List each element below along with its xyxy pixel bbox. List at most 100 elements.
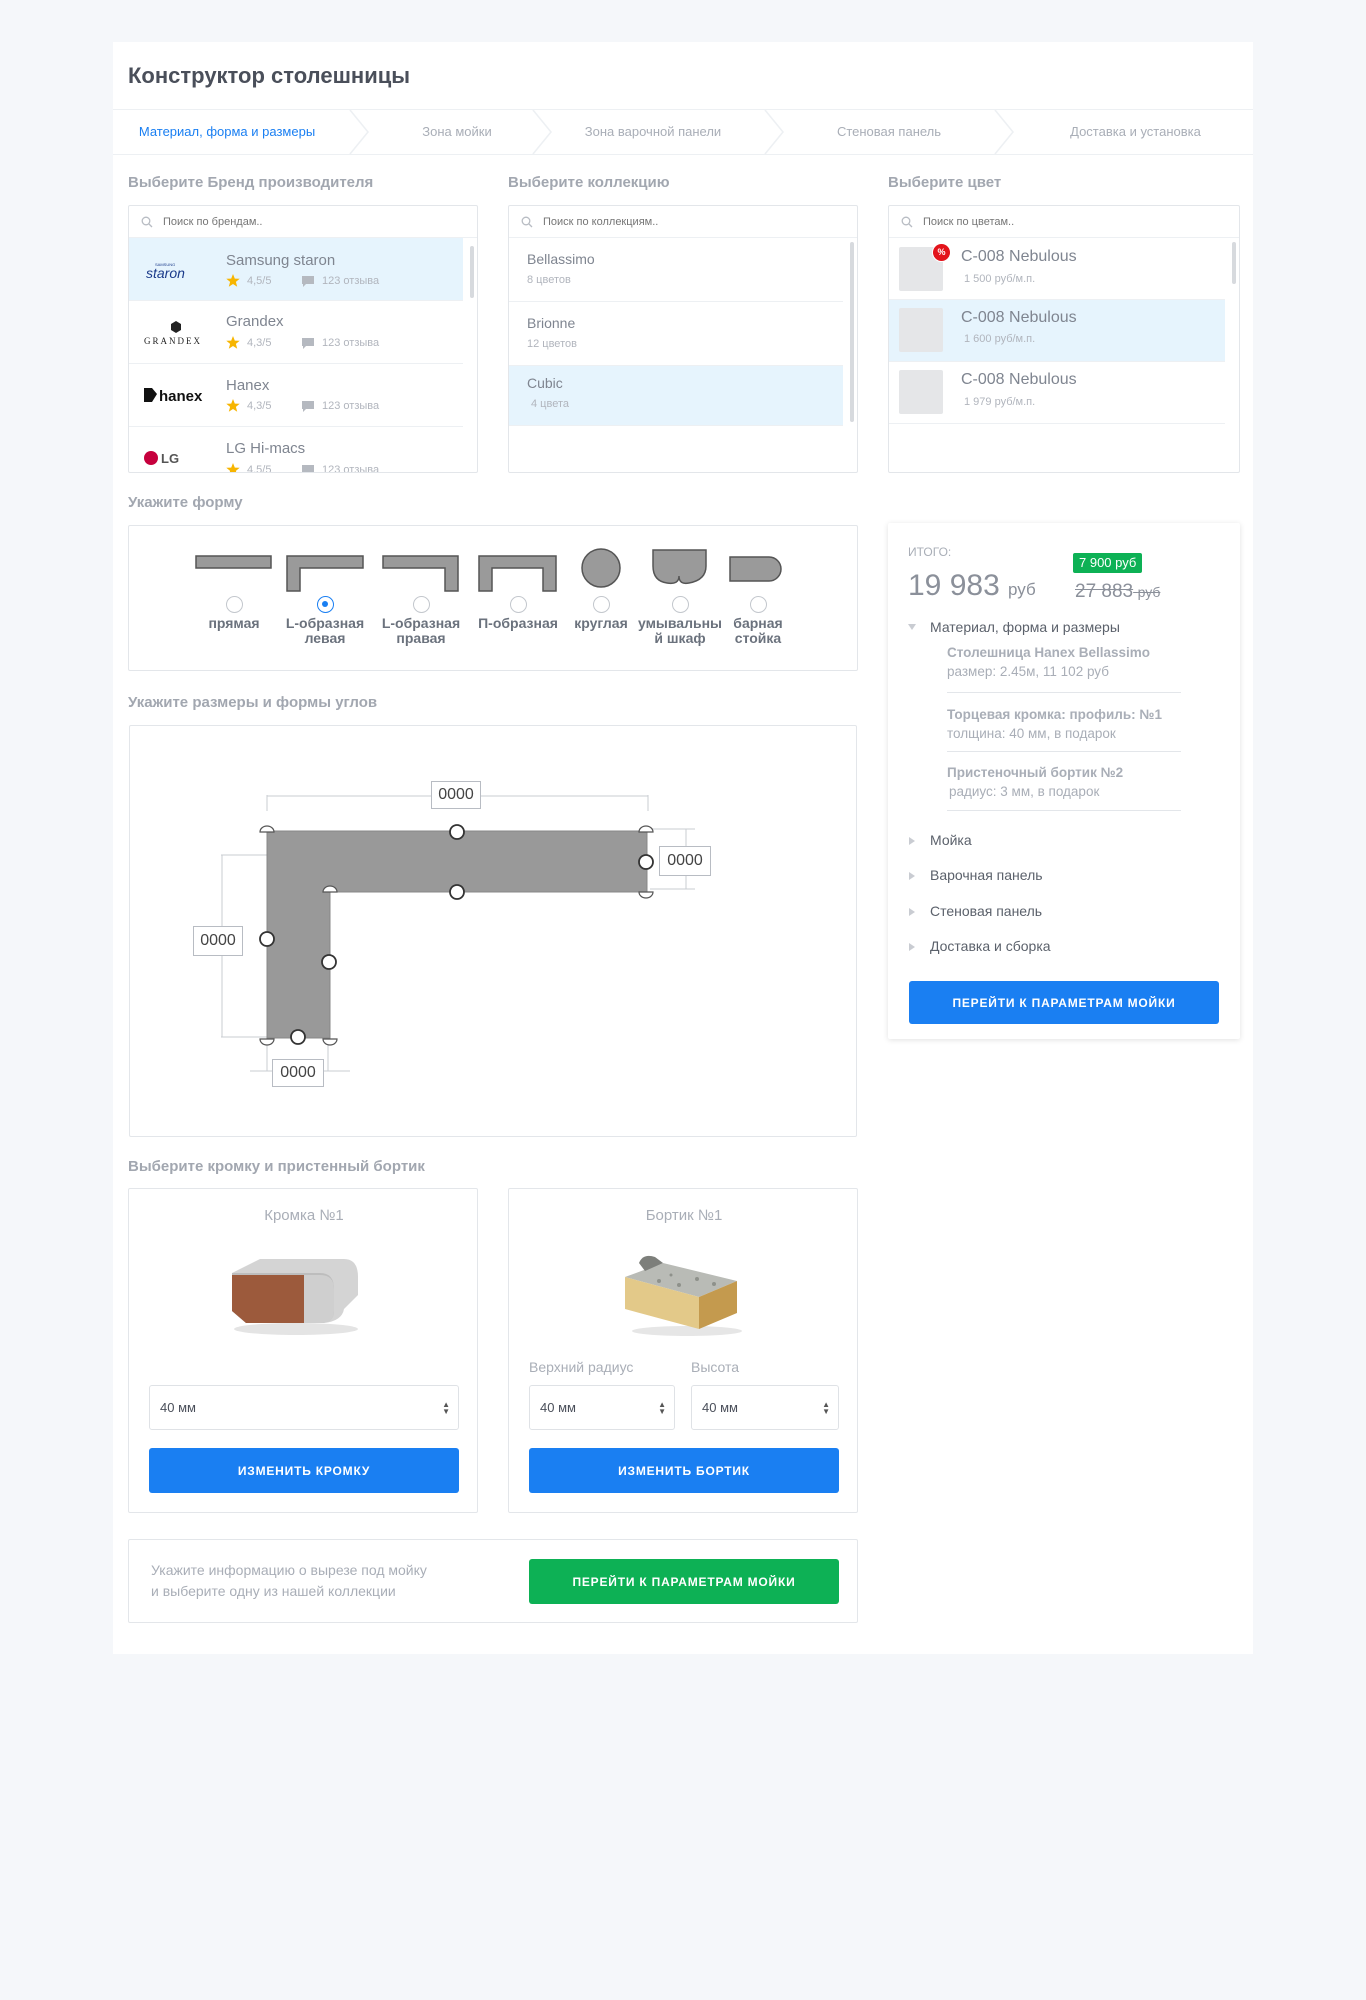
search-icon — [141, 216, 153, 228]
shape-radio[interactable] — [412, 596, 430, 613]
step-delivery[interactable]: Доставка и установка — [1018, 110, 1253, 154]
shape-l-left-icon — [286, 555, 364, 592]
brand-name: LG Hi-macs — [226, 440, 306, 457]
detail-sub: радиус: 3 мм, в подарок — [949, 784, 1100, 799]
detail-sub: размер: 2.45м, 11 102 руб — [947, 664, 1109, 679]
shape-option-line: прямая — [208, 615, 260, 631]
shape-icons — [195, 548, 782, 592]
color-item[interactable]: C-008 Nebulous 1 979 руб/м.п. — [889, 362, 1225, 424]
brand-item-samsung-staron[interactable]: SAMSUNG staron Samsung staron 4,5/5 123 о… — [129, 238, 463, 301]
brand-item-lg-himacs[interactable]: LG LG Hi-macs 4,5/5 123 отзыва — [129, 427, 463, 473]
go-to-sink-button[interactable]: ПЕРЕЙТИ К ПАРАМЕТРАМ МОЙКИ — [529, 1559, 839, 1604]
shape-option-line: левая — [304, 630, 346, 646]
height-label: Высота — [691, 1359, 740, 1375]
select-arrows-icon: ▲ ▼ — [822, 1400, 830, 1416]
shape-straight-icon — [195, 555, 272, 569]
height-select[interactable]: 40 мм ▲ ▼ — [691, 1385, 839, 1430]
summary-section-delivery[interactable]: Доставка и сборка — [930, 938, 1051, 954]
summary-section-open[interactable]: Материал, форма и размеры — [930, 619, 1120, 635]
edge-handle — [449, 824, 465, 840]
comment-icon — [302, 276, 314, 287]
shape-radio[interactable] — [509, 596, 527, 613]
left-length-input[interactable] — [193, 926, 243, 956]
countertop-shape — [266, 830, 648, 1039]
collection-item-brionne[interactable]: Brionne 12 цветов — [509, 302, 843, 366]
shape-vanity-icon — [652, 549, 707, 585]
staron-logo-text: staron — [146, 265, 185, 281]
radius-select[interactable]: 40 мм ▲ ▼ — [529, 1385, 675, 1430]
top-length-input[interactable] — [431, 781, 481, 809]
color-item[interactable]: C-008 Nebulous 1 600 руб/м.п. — [889, 300, 1225, 362]
border-profile-image — [625, 1255, 742, 1336]
change-border-button[interactable]: ИЗМЕНИТЬ БОРТИК — [529, 1448, 839, 1493]
shape-radio[interactable] — [592, 596, 610, 613]
step-hob[interactable]: Зона варочной панели — [553, 110, 753, 154]
summary-section-wall-panel[interactable]: Стеновая панель — [930, 903, 1042, 919]
edge-card: Кромка №1 40 мм ▲ ▼ ИЗМЕНИТЬ КРОМКУ — [128, 1188, 478, 1513]
edge-handle — [638, 854, 654, 870]
height-value: 40 мм — [702, 1400, 738, 1415]
collection-scrollbar[interactable] — [850, 242, 854, 422]
shape-radio[interactable] — [749, 596, 767, 613]
summary-section-sink[interactable]: Мойка — [930, 832, 972, 848]
color-name: C-008 Nebulous — [961, 371, 1077, 388]
hanex-logo: hanex — [143, 384, 215, 410]
search-icon — [901, 216, 913, 228]
bottom-depth-input[interactable] — [272, 1059, 324, 1087]
collection-item-bellassimo[interactable]: Bellassimo 8 цветов — [509, 238, 843, 302]
color-search — [889, 206, 1239, 238]
shape-radio[interactable] — [225, 596, 243, 613]
page-title: Конструктор столешницы — [128, 63, 411, 88]
brand-scrollbar[interactable] — [470, 246, 474, 298]
collection-name: Brionne — [527, 315, 576, 331]
color-item[interactable]: % C-008 Nebulous 1 500 руб/м.п. — [889, 238, 1225, 300]
collection-count: 4 цвета — [531, 398, 569, 410]
edge-handle — [259, 931, 275, 947]
comment-icon — [302, 465, 314, 472]
collection-item-cubic[interactable]: Cubic 4 цвета — [509, 366, 843, 426]
collection-count: 8 цветов — [527, 274, 571, 286]
shape-u-icon — [478, 555, 557, 592]
color-list: % C-008 Nebulous 1 500 руб/м.п. C-008 Ne… — [888, 205, 1240, 473]
collection-count: 12 цветов — [527, 338, 577, 350]
brand-reviews: 123 отзыва — [322, 337, 380, 349]
summary-section-hob[interactable]: Варочная панель — [930, 867, 1043, 883]
edge-handle — [290, 1029, 306, 1045]
color-price: 1 979 руб/м.п. — [964, 396, 1036, 408]
step-wall-panel[interactable]: Стеновая панель — [785, 110, 993, 154]
hanex-logo-text: hanex — [159, 388, 203, 405]
brand-rating: 4,3/5 — [247, 400, 272, 412]
right-depth-input[interactable] — [659, 846, 711, 876]
color-scrollbar[interactable] — [1232, 242, 1236, 284]
corner-handle — [638, 825, 654, 833]
shape-radio[interactable] — [671, 596, 689, 613]
shape-radio[interactable] — [316, 596, 334, 613]
corner-handle — [259, 1038, 275, 1046]
color-swatch — [899, 308, 943, 352]
change-edge-button[interactable]: ИЗМЕНИТЬ КРОМКУ — [149, 1448, 459, 1493]
brand-item-grandex[interactable]: GRANDEX Grandex 4,3/5 123 отзыва — [129, 301, 463, 364]
shape-option-label[interactable]: прямая — [184, 616, 284, 631]
shape-option-label[interactable]: барная стойка — [708, 616, 808, 646]
brand-reviews: 123 отзыва — [322, 464, 380, 473]
step-sink[interactable]: Зона мойки — [375, 110, 539, 154]
edge-thickness-select[interactable]: 40 мм ▲ ▼ — [149, 1385, 459, 1430]
edge-section-label: Выберите кромку и пристенный бортик — [128, 1158, 425, 1175]
brand-name: Grandex — [226, 313, 284, 330]
border-card: Бортик №1 Верхний радиус Высота 40 мм ▲ ▼… — [508, 1188, 858, 1513]
brand-search-input[interactable] — [163, 213, 363, 231]
shape-option-label[interactable]: L-образная левая — [275, 616, 375, 646]
shape-option-label[interactable]: L-образная правая — [371, 616, 471, 646]
collection-search-input[interactable] — [543, 213, 743, 231]
total-currency: руб — [1008, 580, 1036, 599]
summary-go-to-sink-button[interactable]: ПЕРЕЙТИ К ПАРАМЕТРАМ МОЙКИ — [909, 981, 1219, 1024]
brand-name: Samsung staron — [226, 252, 336, 269]
hint-line: и выберите одну из нашей коллекции — [151, 1583, 396, 1599]
brand-item-hanex[interactable]: hanex Hanex 4,3/5 123 отзыва — [129, 364, 463, 427]
total-price: 19 983 — [908, 569, 1000, 602]
collection-list: Bellassimo 8 цветов Brionne 12 цветов Cu… — [508, 205, 858, 473]
edge-handle — [321, 954, 337, 970]
next-step-hint: Укажите информацию о вырезе под мойку и … — [151, 1560, 427, 1602]
color-search-input[interactable] — [923, 213, 1123, 231]
step-material[interactable]: Материал, форма и размеры — [113, 110, 341, 154]
